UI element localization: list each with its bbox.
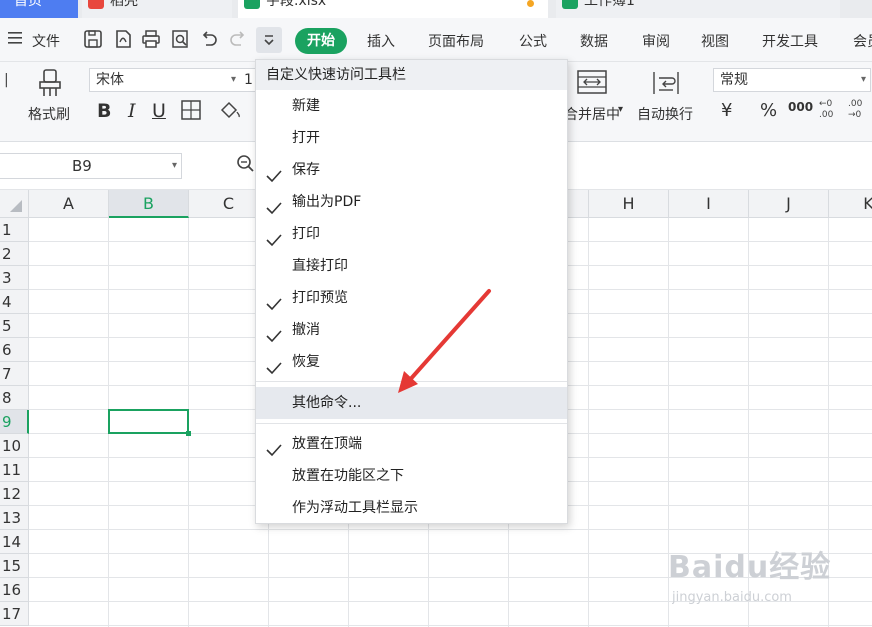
red-annotation-arrow [398, 289, 491, 393]
wps-window: 首页 稻壳 字段.xlsx 工作簿1 文件 开始 插入 页面布局 公式 数据 审… [0, 0, 872, 627]
